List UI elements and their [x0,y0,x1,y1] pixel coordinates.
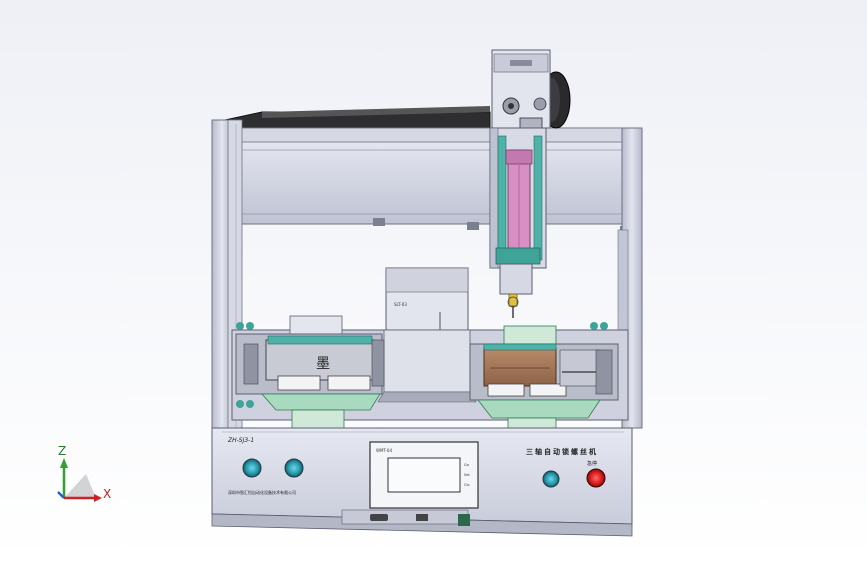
touch-screen[interactable]: WMT-04 Go Set Clo [369,441,479,509]
model-label: ZH-SJ3-1 [227,437,254,444]
axis-z-label: Z [58,444,67,458]
reset-button[interactable] [542,470,560,488]
axis-x-label: X [103,487,112,501]
screen-button-1: Go [464,463,469,467]
screen-button-2: Set [464,473,470,477]
machine-title: 三轴自动锁螺丝机 [526,447,598,456]
screen-button-3: Clo [464,483,470,487]
start-button-right[interactable] [284,458,304,478]
gantry-beam [221,127,643,234]
axis-triad [57,458,102,502]
left-fixture-glyph: 墨 [316,356,330,372]
tray-label: SLT-03 [394,302,407,307]
emergency-stop-label: 急停 [587,460,597,467]
start-button-left[interactable] [242,458,262,478]
emergency-stop-button[interactable] [586,468,606,488]
center-tray: SLT-03 [385,267,469,333]
screen-brand: WMT-04 [376,448,392,453]
machine-model: SLT-03 墨 ZH-SJ3-1 三轴自动锁螺丝机 深圳市智汇恒自动化设备技术… [57,49,643,537]
company-label: 深圳市智汇恒自动化设备技术有限公司 [228,489,296,495]
cad-viewport[interactable]: SLT-03 墨 ZH-SJ3-1 三轴自动锁螺丝机 深圳市智汇恒自动化设备技术… [0,0,867,562]
